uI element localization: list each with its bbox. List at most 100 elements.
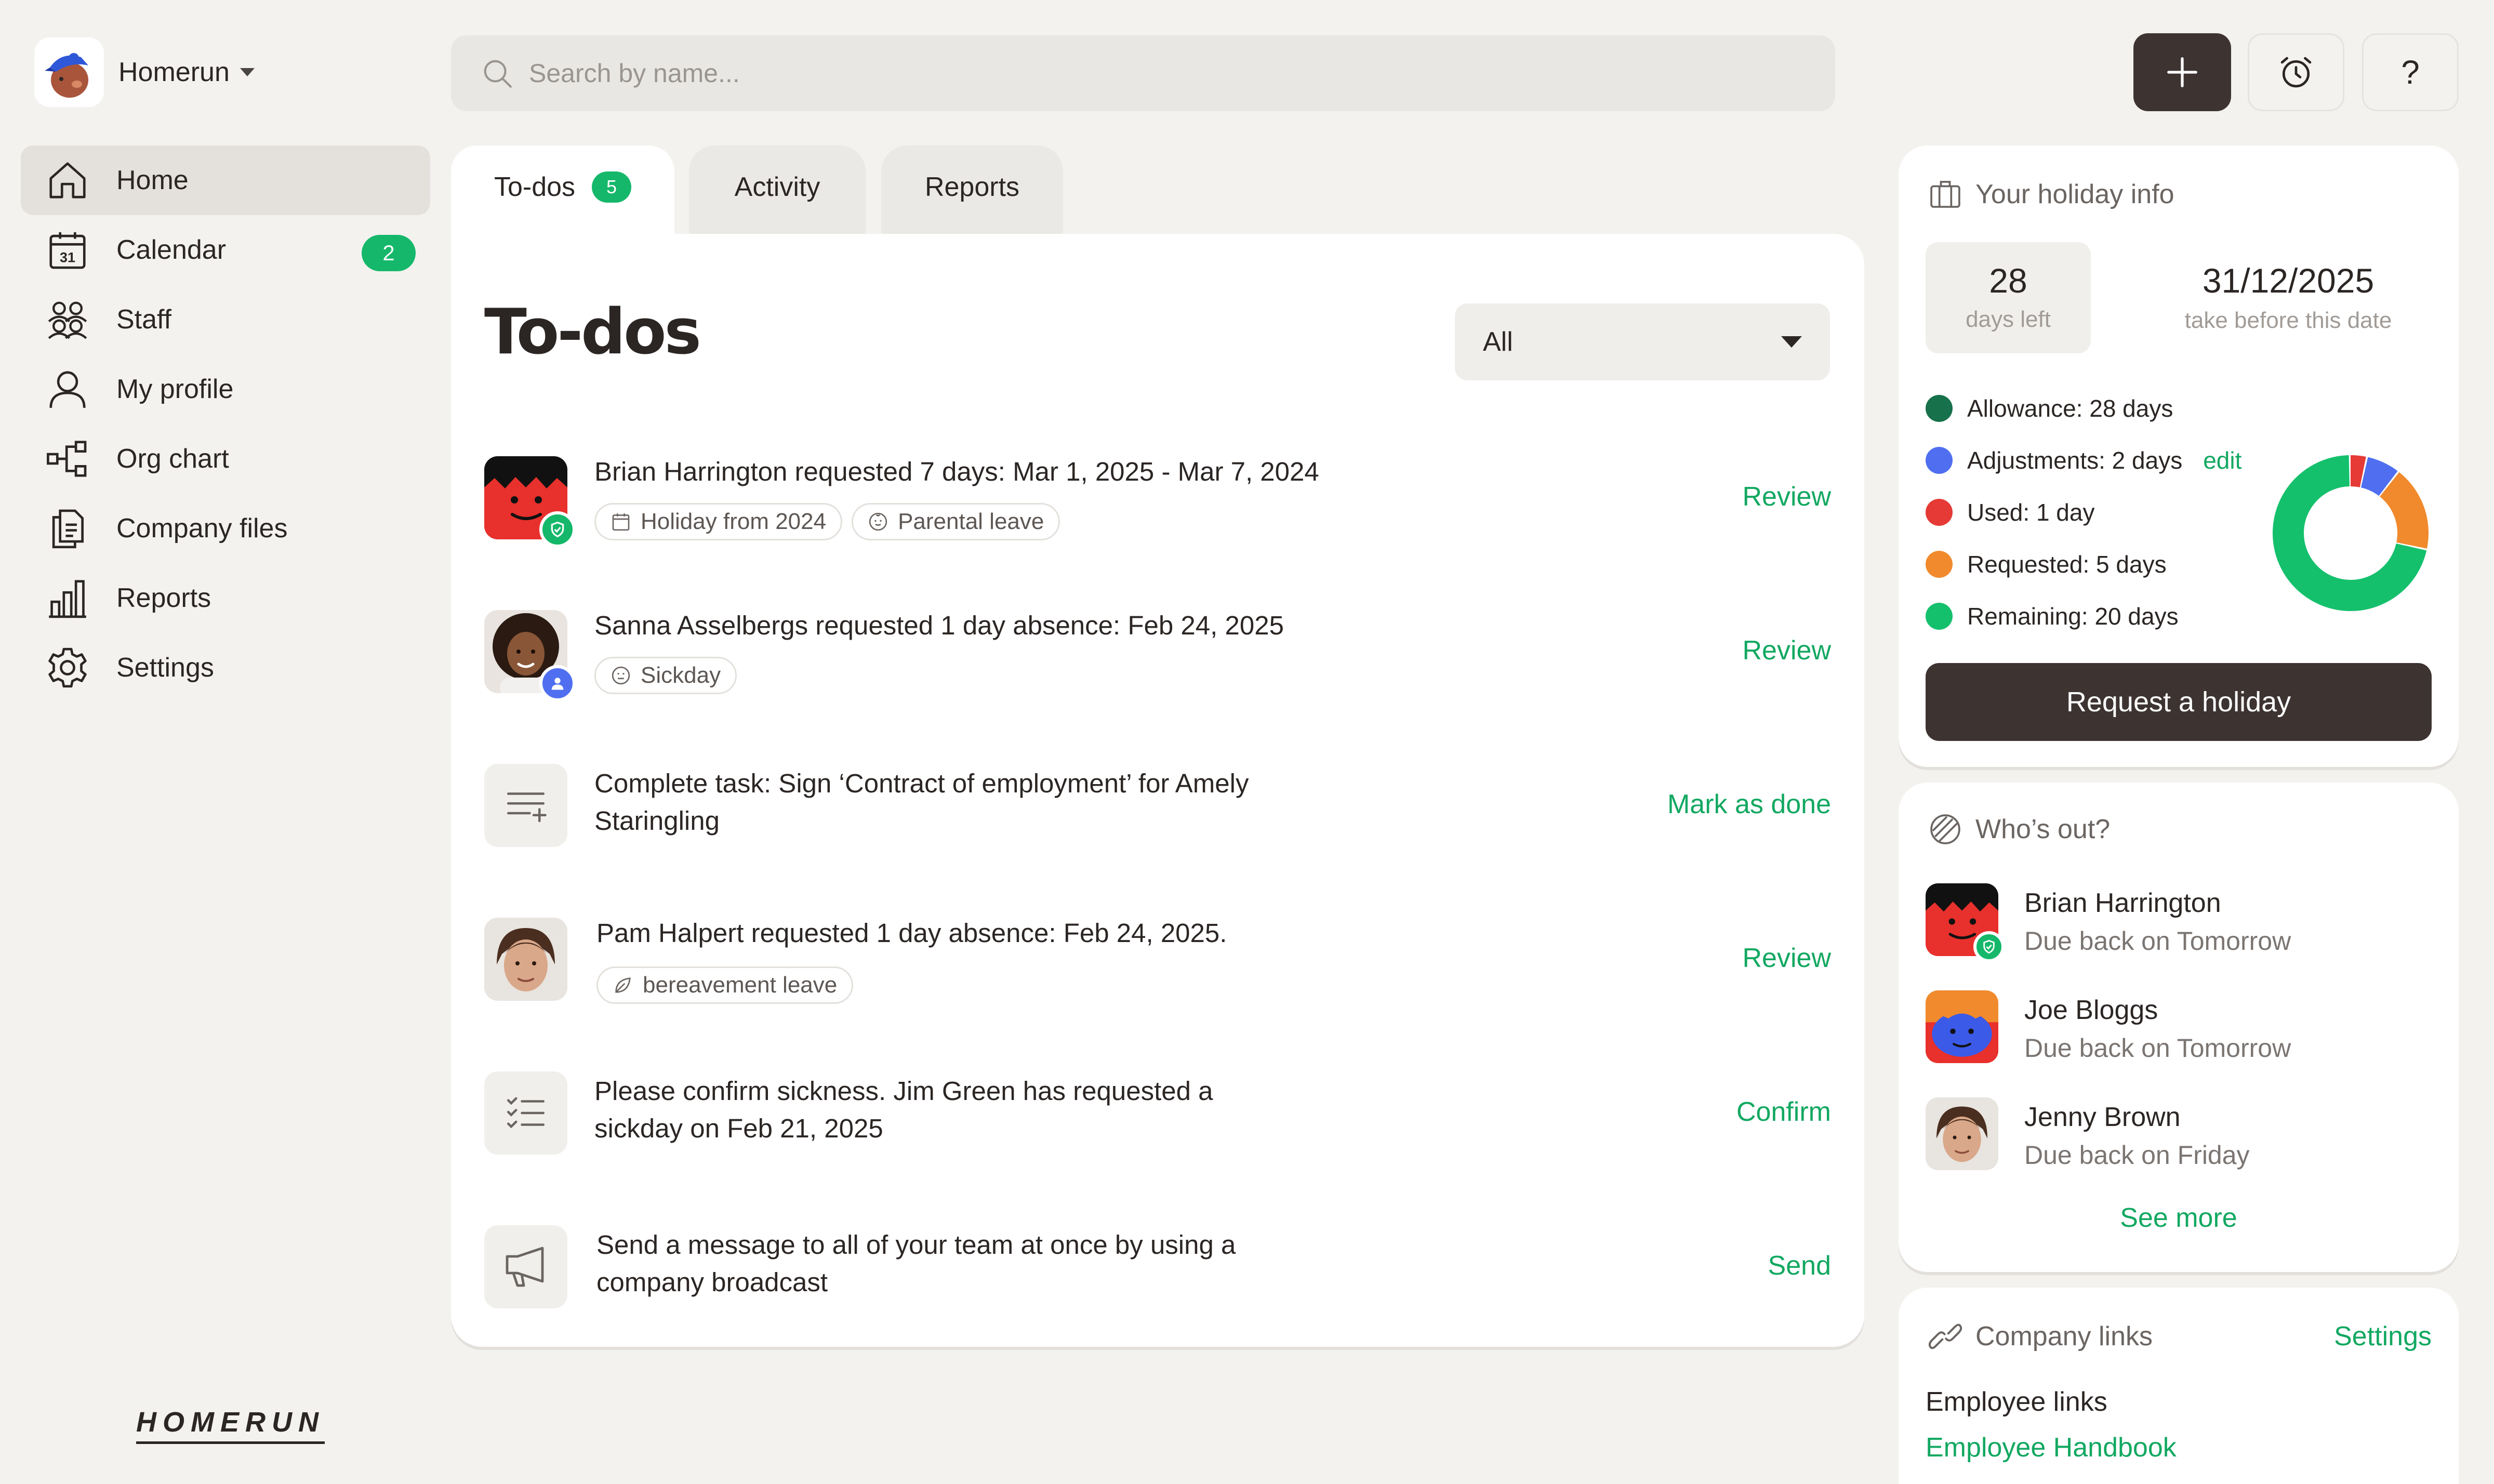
tab-activity[interactable]: Activity <box>689 145 866 237</box>
todo-text: Sanna Asselbergs requested 1 day absence… <box>594 611 1284 640</box>
chevron-down-icon <box>1781 336 1802 348</box>
leaf-icon <box>615 977 631 993</box>
legend-dot <box>1926 603 1953 630</box>
todo-tags: Holiday from 2024 Parental leave <box>594 503 1060 540</box>
org-chart-icon <box>44 435 91 483</box>
legend-allowance: Allowance: 28 days <box>1926 382 2241 434</box>
tag-parental-leave: Parental leave <box>852 503 1060 540</box>
whos-out-person[interactable]: Joe Bloggs Due back on Tomorrow <box>1926 990 2291 1063</box>
avatar <box>1926 1097 1998 1170</box>
holiday-donut-chart <box>2273 455 2429 611</box>
chevron-down-icon <box>240 68 255 76</box>
shield-badge-icon <box>539 511 576 548</box>
days-left-box: 28 days left <box>1926 242 2091 353</box>
todo-item: Brian Harrington requested 7 days: Mar 1… <box>484 456 1832 548</box>
mark-as-done-button[interactable]: Mark as done <box>1667 789 1831 820</box>
staff-icon <box>44 296 91 343</box>
workspace-switcher[interactable]: Homerun <box>34 37 255 107</box>
sidebar-item-label: Company files <box>116 513 288 544</box>
company-links-settings-link[interactable]: Settings <box>2334 1321 2432 1352</box>
link-icon <box>1928 1323 1962 1349</box>
avatar <box>1926 990 1998 1063</box>
todo-item: Please confirm sickness. Jim Green has r… <box>484 1071 1831 1160</box>
avatar <box>1926 883 2005 962</box>
person-status: Due back on Tomorrow <box>2024 1034 2291 1063</box>
sidebar-item-org-chart[interactable]: Org chart <box>21 424 430 494</box>
employee-handbook-link[interactable]: Employee Handbook <box>1926 1432 2177 1463</box>
legend-label: Allowance: 28 days <box>1967 395 2173 422</box>
jenny-brown-avatar-icon <box>1926 1097 1998 1170</box>
sidebar-item-home[interactable]: Home <box>21 145 430 215</box>
send-button[interactable]: Send <box>1768 1250 1831 1281</box>
alarm-clock-icon <box>2280 57 2312 88</box>
days-left-value: 28 <box>1989 261 2027 300</box>
app-window: Homerun ? Home <box>0 0 2494 1484</box>
sidebar-item-label: Staff <box>116 304 172 335</box>
legend-label: Remaining: 20 days <box>1967 603 2179 630</box>
calendar-icon: 31 <box>44 226 91 274</box>
alarm-button[interactable] <box>2248 33 2344 111</box>
bar-chart-icon <box>44 574 91 622</box>
see-more-link[interactable]: See more <box>1899 1202 2459 1234</box>
todo-tags: bereavement leave <box>596 966 854 1004</box>
person-status: Due back on Friday <box>2024 1141 2250 1170</box>
review-button[interactable]: Review <box>1743 481 1832 512</box>
task-list-icon <box>484 764 567 847</box>
sidebar-item-calendar[interactable]: 31 Calendar 2 <box>21 215 430 285</box>
question-icon: ? <box>2401 54 2420 91</box>
hatched-circle-icon <box>1930 814 1960 844</box>
todos-count-badge: 5 <box>592 171 632 203</box>
homerun-logo: HOMERUN <box>136 1406 325 1444</box>
whos-out-card: Who’s out? Brian Harrington Due back on … <box>1899 783 2459 1272</box>
edit-adjustments-link[interactable]: edit <box>2203 446 2241 474</box>
deadline-label: take before this date <box>2184 308 2392 333</box>
sidebar-item-reports[interactable]: Reports <box>21 563 430 633</box>
todo-text: Complete task: Sign ‘Contract of employm… <box>594 769 1249 836</box>
home-icon <box>44 156 91 204</box>
search-input[interactable] <box>529 58 1724 88</box>
files-icon <box>44 505 91 552</box>
legend-requested: Requested: 5 days <box>1926 538 2241 590</box>
review-button[interactable]: Review <box>1743 943 1832 974</box>
tag-holiday: Holiday from 2024 <box>594 503 843 540</box>
legend-dot <box>1926 551 1953 578</box>
legend-adjustments: Adjustments: 2 days edit <box>1926 434 2241 486</box>
card-title: Your holiday info <box>1975 179 2174 209</box>
holiday-info-card: Your holiday info 28 days left 31/12/202… <box>1899 145 2459 767</box>
whos-out-person[interactable]: Brian Harrington Due back on Tomorrow <box>1926 883 2291 962</box>
legend-label: Requested: 5 days <box>1967 551 2167 578</box>
legend-used: Used: 1 day <box>1926 486 2241 538</box>
todos-panel: To-dos All Brian Harrington requested 7 … <box>451 234 1864 1347</box>
legend-remaining: Remaining: 20 days <box>1926 590 2241 642</box>
card-title: Company links <box>1975 1321 2153 1352</box>
calendar-icon <box>612 513 630 531</box>
workspace-name: Homerun <box>118 57 230 87</box>
sidebar-item-company-files[interactable]: Company files <box>21 494 430 563</box>
plus-icon <box>2167 57 2197 87</box>
todos-filter-select[interactable]: All <box>1455 303 1830 380</box>
sidebar-item-staff[interactable]: Staff <box>21 285 430 354</box>
tab-label: Activity <box>734 172 820 202</box>
todo-item: Send a message to all of your team at on… <box>484 1225 1831 1314</box>
tag-label: bereavement leave <box>643 972 838 998</box>
request-holiday-button[interactable]: Request a holiday <box>1926 663 2432 741</box>
review-button[interactable]: Review <box>1743 635 1832 666</box>
baby-icon <box>869 512 887 531</box>
add-button[interactable] <box>2133 33 2231 111</box>
legend-dot <box>1926 395 1953 422</box>
confirm-button[interactable]: Confirm <box>1736 1096 1831 1128</box>
company-links-card: Company links Settings Employee links Em… <box>1899 1288 2459 1484</box>
suitcase-icon <box>1930 181 1960 208</box>
sidebar-nav: Home 31 Calendar 2 Staff My profile Org … <box>21 145 430 703</box>
tab-todos[interactable]: To-dos 5 <box>451 145 674 237</box>
tag-label: Parental leave <box>898 509 1044 534</box>
sidebar-item-my-profile[interactable]: My profile <box>21 354 430 424</box>
whos-out-person[interactable]: Jenny Brown Due back on Friday <box>1926 1097 2250 1170</box>
sidebar-item-settings[interactable]: Settings <box>21 633 430 703</box>
tab-reports[interactable]: Reports <box>881 145 1063 237</box>
help-button[interactable]: ? <box>2362 33 2459 111</box>
person-name: Jenny Brown <box>2024 1102 2181 1132</box>
tag-label: Sickday <box>641 662 721 688</box>
person-name: Joe Bloggs <box>2024 995 2158 1025</box>
deadline-value: 31/12/2025 <box>2202 261 2374 300</box>
